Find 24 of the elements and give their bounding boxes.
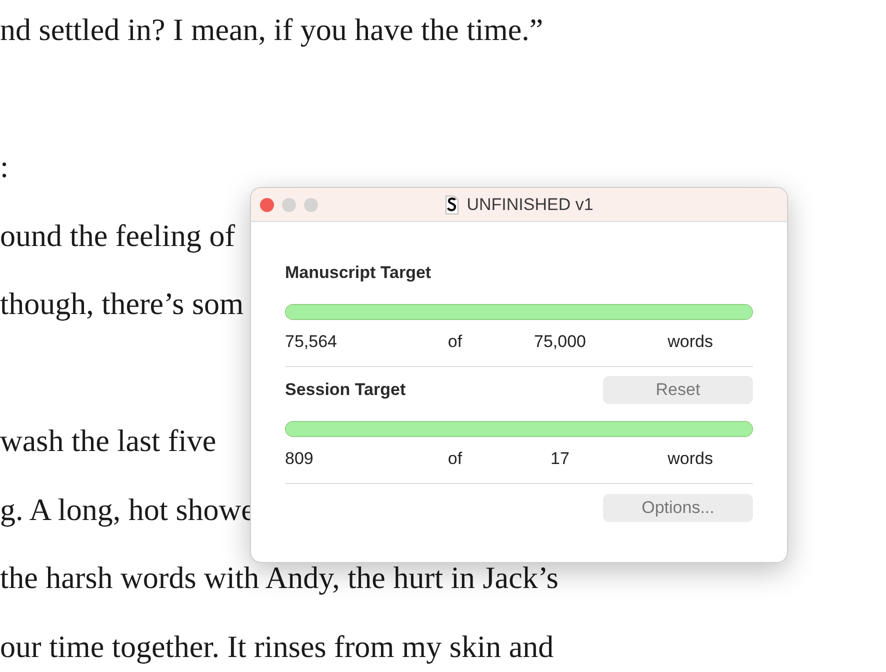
window-title: UNFINISHED v1 bbox=[466, 194, 594, 214]
document-icon bbox=[444, 194, 459, 214]
story-text: : bbox=[0, 149, 9, 184]
story-text: our time together. It rinses from my skin and bbox=[0, 628, 554, 664]
reset-button[interactable]: Reset bbox=[603, 376, 753, 404]
of-label: of bbox=[448, 449, 462, 468]
section-heading: Session Target bbox=[285, 380, 406, 400]
story-text: though, there’s som bbox=[0, 286, 244, 321]
target-count: 75,000 bbox=[534, 332, 586, 351]
minimize-button[interactable] bbox=[282, 198, 296, 212]
word-count: 75,564 bbox=[285, 332, 338, 352]
of-label: of bbox=[448, 332, 462, 351]
close-button[interactable] bbox=[260, 198, 274, 212]
story-text: nd settled in? I mean, if you have the time.” bbox=[0, 12, 544, 47]
options-button[interactable]: Options... bbox=[603, 494, 753, 522]
section-heading: Manuscript Target bbox=[285, 263, 432, 283]
unit-label: words bbox=[668, 449, 713, 468]
word-count: 809 bbox=[285, 449, 314, 469]
unit-label: words bbox=[668, 332, 713, 351]
zoom-button[interactable] bbox=[304, 198, 318, 212]
story-text: wash the last five bbox=[0, 423, 216, 458]
story-text: ound the feeling of bbox=[0, 218, 236, 252]
target-count: 17 bbox=[550, 449, 570, 468]
story-text: the harsh words with Andy, the hurt in Jack’s bbox=[0, 560, 558, 595]
